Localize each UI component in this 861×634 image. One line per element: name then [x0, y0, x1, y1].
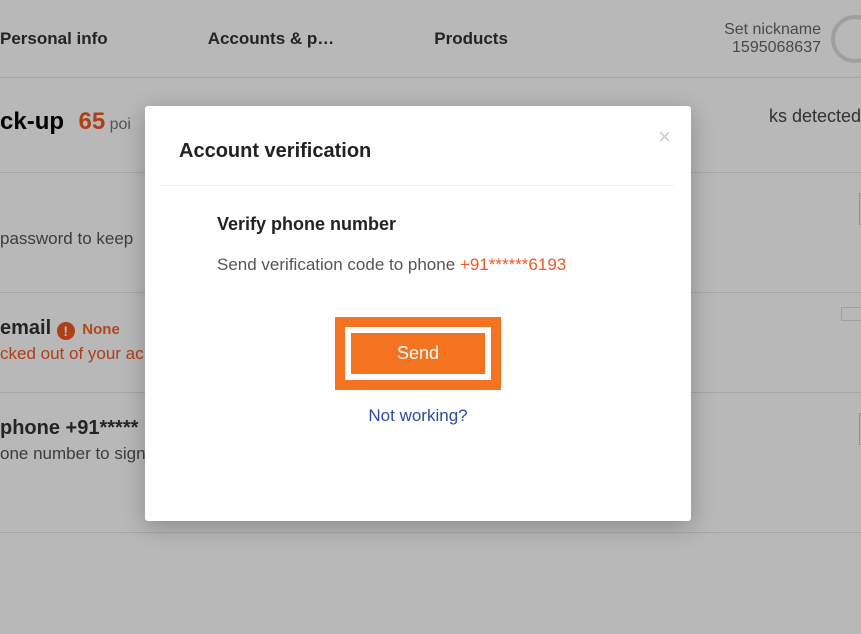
account-verification-modal: × Account verification Verify phone numb… [145, 106, 691, 521]
verify-heading: Verify phone number [217, 214, 651, 235]
verify-prompt: Send verification code to phone [217, 255, 460, 274]
modal-title: Account verification [179, 140, 647, 163]
send-button[interactable]: Send [351, 333, 485, 374]
send-button-highlight: Send [335, 317, 501, 390]
close-icon[interactable]: × [658, 126, 671, 148]
not-working-link[interactable]: Not working? [145, 406, 691, 426]
masked-phone: +91******6193 [460, 255, 566, 274]
